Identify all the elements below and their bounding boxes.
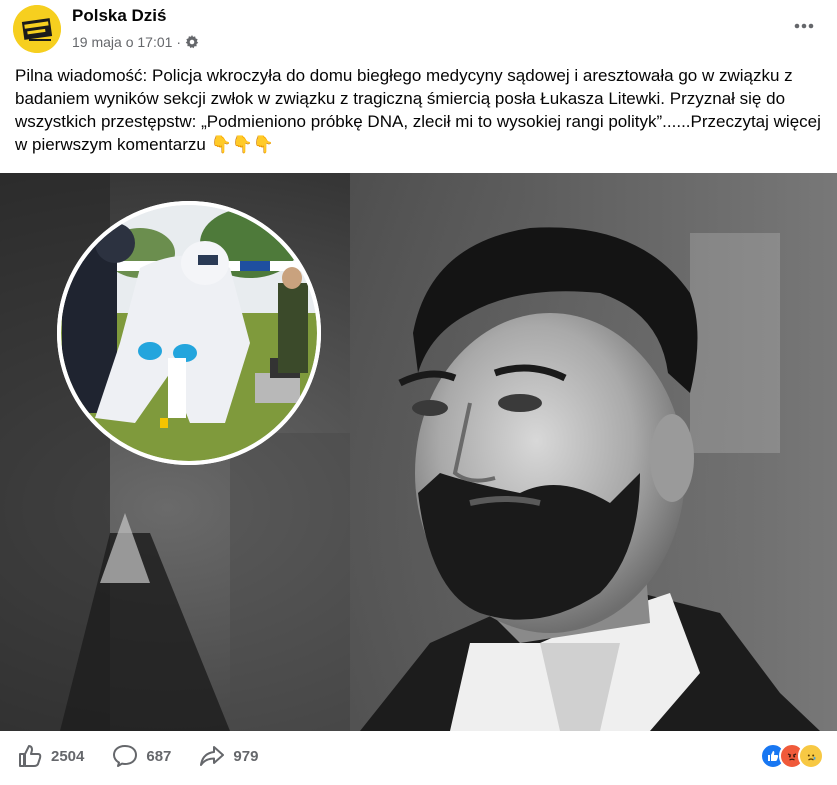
- gear-icon[interactable]: [185, 35, 199, 49]
- facebook-post: Polska Dziś 19 maja o 17:01 · Pilna wiad…: [0, 0, 837, 785]
- thumbs-up-icon: [19, 745, 42, 767]
- post-meta: 19 maja o 17:01 ·: [72, 33, 199, 51]
- like-count: 2504: [51, 747, 85, 765]
- comment-button[interactable]: 687: [112, 744, 171, 768]
- post-photo-illustration: [0, 173, 837, 731]
- sad-reaction-icon: [798, 743, 824, 769]
- meta-separator: ·: [176, 34, 182, 50]
- more-icon: [794, 23, 814, 29]
- post-actions: 2504 687 979: [17, 741, 286, 771]
- reaction-summary[interactable]: [760, 743, 824, 769]
- page-avatar[interactable]: [13, 5, 61, 53]
- post-text: Pilna wiadomość: Policja wkroczyła do do…: [15, 66, 821, 154]
- post-timestamp[interactable]: 19 maja o 17:01: [72, 34, 172, 50]
- page-logo-icon: [13, 5, 61, 53]
- post-image[interactable]: [0, 173, 837, 731]
- page-name[interactable]: Polska Dziś: [72, 6, 167, 26]
- more-options-button[interactable]: [788, 12, 820, 40]
- share-button[interactable]: 979: [199, 744, 258, 768]
- share-count: 979: [233, 747, 259, 765]
- share-icon: [200, 746, 225, 766]
- comment-icon: [113, 745, 138, 767]
- like-button[interactable]: 2504: [17, 744, 84, 768]
- comment-count: 687: [146, 747, 172, 765]
